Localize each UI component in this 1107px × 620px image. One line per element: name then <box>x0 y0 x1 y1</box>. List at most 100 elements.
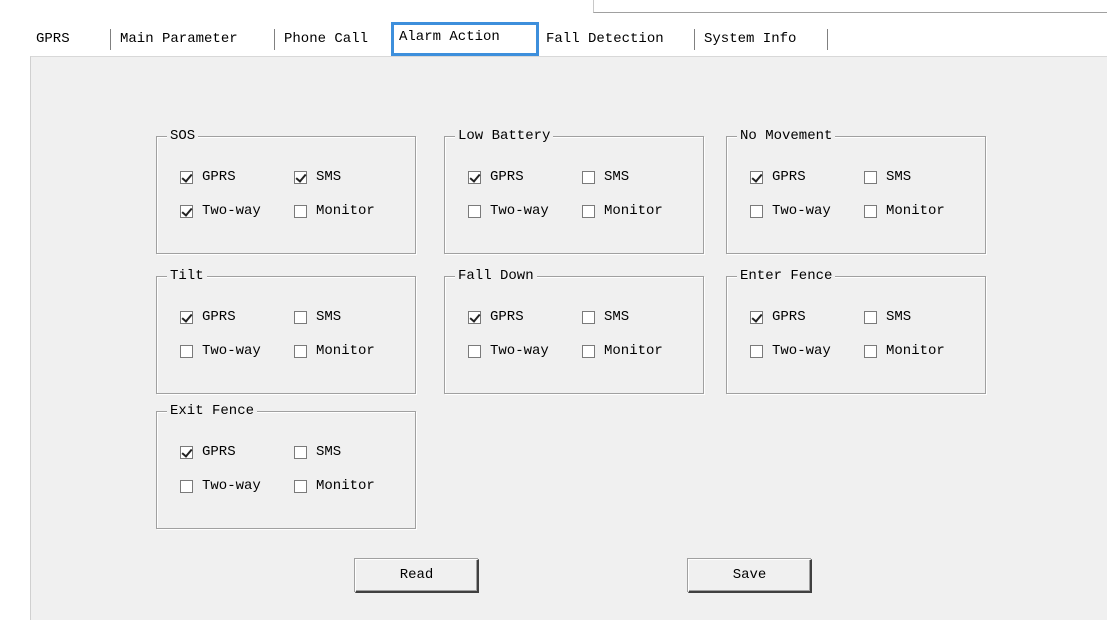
checkbox-label: GPRS <box>490 309 524 325</box>
enter-fence-twoway-option[interactable]: Two-way <box>750 343 831 359</box>
sos-monitor-checkbox[interactable] <box>294 204 307 218</box>
group-exit-fence: Exit Fence GPRS SMS Two-way Monitor <box>156 402 416 529</box>
enter-fence-gprs-option[interactable]: GPRS <box>750 309 806 325</box>
no-movement-twoway-option[interactable]: Two-way <box>750 203 831 219</box>
low-battery-gprs-option[interactable]: GPRS <box>468 169 524 185</box>
tilt-twoway-checkbox[interactable] <box>180 344 193 358</box>
tab-fall-detection[interactable]: Fall Detection <box>540 24 698 54</box>
tab-label: Main Parameter <box>120 31 238 47</box>
checkbox-label: Monitor <box>604 343 663 359</box>
exit-fence-twoway-checkbox[interactable] <box>180 479 193 493</box>
group-enter-fence: Enter Fence GPRS SMS Two-way Monitor <box>726 267 986 394</box>
low-battery-gprs-checkbox[interactable] <box>468 170 481 184</box>
checkbox-label: SMS <box>604 169 630 185</box>
tab-label: Alarm Action <box>399 29 500 45</box>
tab-label: System Info <box>704 31 797 47</box>
no-movement-gprs-checkbox[interactable] <box>750 170 763 184</box>
group-title: Low Battery <box>455 127 554 145</box>
top-frame-line <box>593 0 1107 13</box>
low-battery-monitor-checkbox[interactable] <box>582 204 595 218</box>
group-no-movement: No Movement GPRS SMS Two-way Monitor <box>726 127 986 254</box>
low-battery-twoway-option[interactable]: Two-way <box>468 203 549 219</box>
low-battery-monitor-option[interactable]: Monitor <box>582 203 663 219</box>
tilt-gprs-option[interactable]: GPRS <box>180 309 236 325</box>
exit-fence-monitor-checkbox[interactable] <box>294 479 307 493</box>
tilt-monitor-option[interactable]: Monitor <box>294 343 375 359</box>
exit-fence-gprs-option[interactable]: GPRS <box>180 444 236 460</box>
fall-down-twoway-option[interactable]: Two-way <box>468 343 549 359</box>
sos-monitor-option[interactable]: Monitor <box>294 203 375 219</box>
group-title: SOS <box>167 127 199 145</box>
read-button[interactable]: Read <box>355 559 479 593</box>
group-title: Enter Fence <box>737 267 836 285</box>
no-movement-sms-option[interactable]: SMS <box>864 169 911 185</box>
tilt-twoway-option[interactable]: Two-way <box>180 343 261 359</box>
tab-gprs[interactable]: GPRS <box>30 24 114 54</box>
checkbox-label: Monitor <box>886 343 945 359</box>
fall-down-gprs-option[interactable]: GPRS <box>468 309 524 325</box>
enter-fence-monitor-checkbox[interactable] <box>864 344 877 358</box>
tilt-sms-checkbox[interactable] <box>294 310 307 324</box>
fall-down-sms-checkbox[interactable] <box>582 310 595 324</box>
checkbox-label: SMS <box>316 169 342 185</box>
checkbox-label: GPRS <box>202 444 236 460</box>
sos-sms-checkbox[interactable] <box>294 170 307 184</box>
low-battery-sms-option[interactable]: SMS <box>582 169 629 185</box>
enter-fence-sms-option[interactable]: SMS <box>864 309 911 325</box>
no-movement-gprs-option[interactable]: GPRS <box>750 169 806 185</box>
low-battery-sms-checkbox[interactable] <box>582 170 595 184</box>
group-title: Exit Fence <box>167 402 258 420</box>
fall-down-monitor-checkbox[interactable] <box>582 344 595 358</box>
checkbox-label: Two-way <box>202 343 261 359</box>
tilt-gprs-checkbox[interactable] <box>180 310 193 324</box>
checkbox-label: GPRS <box>772 309 806 325</box>
enter-fence-sms-checkbox[interactable] <box>864 310 877 324</box>
tab-system-info[interactable]: System Info <box>698 24 831 54</box>
checkbox-label: Two-way <box>202 203 261 219</box>
save-button[interactable]: Save <box>688 559 812 593</box>
group-title: Tilt <box>167 267 207 285</box>
exit-fence-gprs-checkbox[interactable] <box>180 445 193 459</box>
exit-fence-sms-checkbox[interactable] <box>294 445 307 459</box>
sos-sms-option[interactable]: SMS <box>294 169 341 185</box>
fall-down-twoway-checkbox[interactable] <box>468 344 481 358</box>
sos-gprs-checkbox[interactable] <box>180 170 193 184</box>
group-tilt: Tilt GPRS SMS Two-way Monitor <box>156 267 416 394</box>
low-battery-twoway-checkbox[interactable] <box>468 204 481 218</box>
enter-fence-gprs-checkbox[interactable] <box>750 310 763 324</box>
tilt-sms-option[interactable]: SMS <box>294 309 341 325</box>
exit-fence-sms-option[interactable]: SMS <box>294 444 341 460</box>
fall-down-sms-option[interactable]: SMS <box>582 309 629 325</box>
tab-alarm-action[interactable]: Alarm Action <box>391 22 539 56</box>
checkbox-label: GPRS <box>772 169 806 185</box>
sos-twoway-option[interactable]: Two-way <box>180 203 261 219</box>
checkbox-label: GPRS <box>202 309 236 325</box>
tab-phone-call[interactable]: Phone Call <box>278 24 393 54</box>
exit-fence-twoway-option[interactable]: Two-way <box>180 478 261 494</box>
tilt-monitor-checkbox[interactable] <box>294 344 307 358</box>
group-title: No Movement <box>737 127 836 145</box>
sos-twoway-checkbox[interactable] <box>180 204 193 218</box>
group-title: Fall Down <box>455 267 537 285</box>
checkbox-label: Monitor <box>316 343 375 359</box>
no-movement-twoway-checkbox[interactable] <box>750 204 763 218</box>
no-movement-sms-checkbox[interactable] <box>864 170 877 184</box>
enter-fence-monitor-option[interactable]: Monitor <box>864 343 945 359</box>
enter-fence-twoway-checkbox[interactable] <box>750 344 763 358</box>
sos-gprs-option[interactable]: GPRS <box>180 169 236 185</box>
tab-label: GPRS <box>36 31 70 47</box>
tab-main-parameter[interactable]: Main Parameter <box>114 24 278 54</box>
checkbox-label: Two-way <box>490 203 549 219</box>
checkbox-label: Monitor <box>886 203 945 219</box>
group-low-battery: Low Battery GPRS SMS Two-way Monitor <box>444 127 704 254</box>
checkbox-label: SMS <box>316 309 342 325</box>
tab-label: Fall Detection <box>546 31 664 47</box>
exit-fence-monitor-option[interactable]: Monitor <box>294 478 375 494</box>
fall-down-gprs-checkbox[interactable] <box>468 310 481 324</box>
no-movement-monitor-option[interactable]: Monitor <box>864 203 945 219</box>
checkbox-label: SMS <box>604 309 630 325</box>
group-sos: SOS GPRS SMS Two-way Monitor <box>156 127 416 254</box>
no-movement-monitor-checkbox[interactable] <box>864 204 877 218</box>
fall-down-monitor-option[interactable]: Monitor <box>582 343 663 359</box>
group-fall-down: Fall Down GPRS SMS Two-way Monitor <box>444 267 704 394</box>
